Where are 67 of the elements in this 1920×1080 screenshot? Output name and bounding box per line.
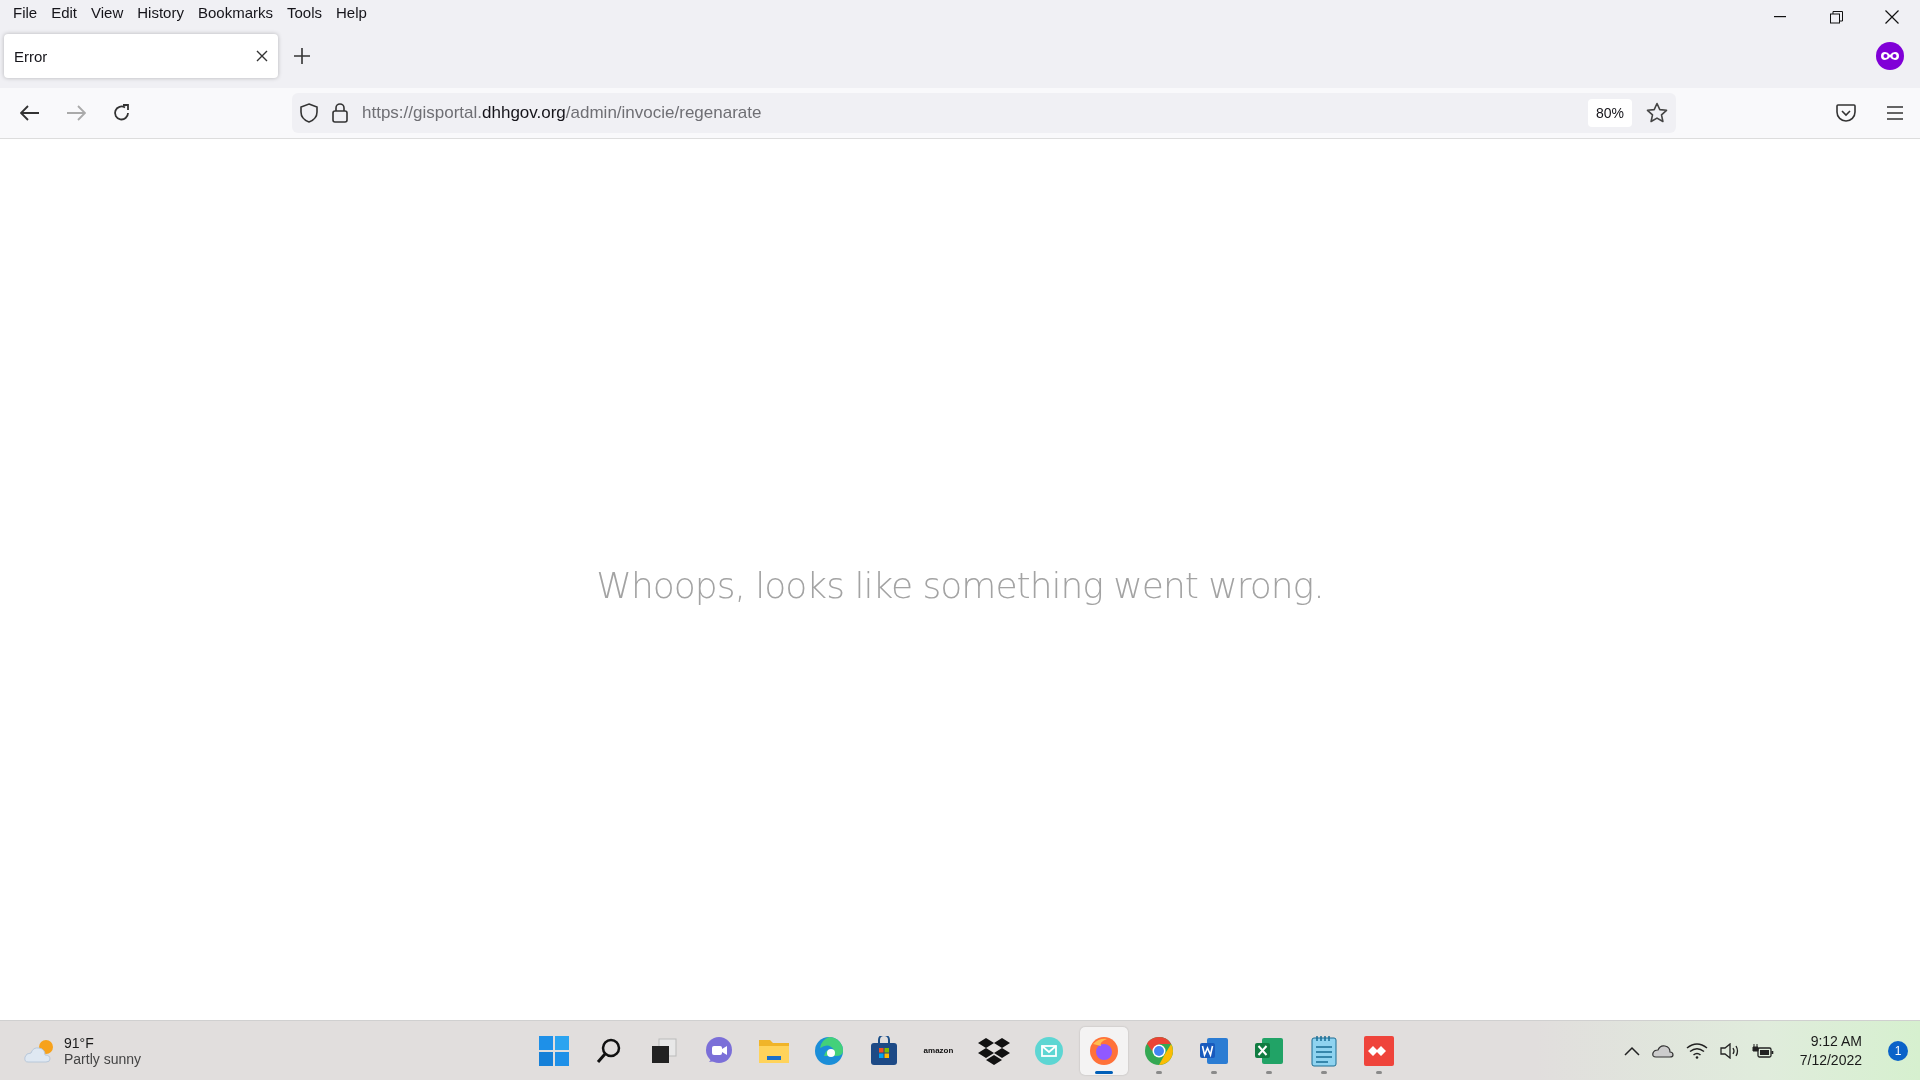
error-message: Whoops, looks like something went wrong.	[596, 565, 1324, 606]
browser-tab[interactable]: Error	[4, 34, 278, 78]
close-icon	[1885, 10, 1899, 24]
notepad-icon	[1310, 1034, 1337, 1067]
pocket-icon	[1836, 104, 1856, 122]
cloud-icon	[1651, 1043, 1674, 1058]
speaker-icon	[1719, 1042, 1740, 1059]
running-indicator	[1375, 1070, 1382, 1074]
wave-swirl-icon	[813, 1035, 844, 1066]
fox-globe-icon	[1088, 1035, 1119, 1066]
lock-icon	[332, 103, 348, 123]
stacked-diamonds-icon	[977, 1035, 1010, 1066]
menu-item[interactable]: View	[84, 3, 131, 21]
windows-logo-icon	[538, 1035, 569, 1066]
search-icon	[594, 1036, 623, 1065]
taskbar-app-button[interactable]: amazon	[914, 1026, 963, 1075]
menu-icon	[1886, 106, 1904, 120]
new-tab-button[interactable]	[294, 48, 310, 64]
battery-charging-icon	[1751, 1042, 1774, 1059]
chevron-up-icon	[1623, 1045, 1640, 1056]
spreadsheet-x-icon	[1253, 1035, 1284, 1066]
clock[interactable]: 9:12 AM 7/12/2022	[1799, 1031, 1862, 1070]
url-text: https://gisportal.dhhgov.org/admin/invocie/regenarate	[362, 103, 763, 123]
restore-icon	[1829, 10, 1843, 24]
menu-item[interactable]: Bookmarks	[190, 3, 280, 21]
address-bar[interactable]: https://gisportal.dhhgov.org/admin/invocie/regenarate 80%	[292, 93, 1676, 133]
clock-time: 9:12 AM	[1810, 1031, 1862, 1051]
bookmark-star-button[interactable]	[1646, 102, 1668, 124]
menu-item[interactable]: Help	[329, 3, 374, 21]
video-chat-icon	[703, 1035, 734, 1066]
mask-icon	[1876, 42, 1904, 70]
forward-arrow-icon	[66, 105, 86, 121]
menu-item[interactable]: File	[6, 3, 45, 21]
notification-count-badge[interactable]: 1	[1888, 1040, 1908, 1061]
amazon-logo: amazon	[923, 1046, 954, 1055]
back-arrow-icon	[20, 105, 40, 121]
running-indicator	[1094, 1070, 1113, 1074]
menu-item[interactable]: Edit	[44, 3, 85, 21]
minimize-icon	[1774, 16, 1786, 18]
menu-item[interactable]: History	[130, 3, 191, 21]
running-indicator	[1320, 1070, 1327, 1074]
wifi-icon	[1685, 1042, 1708, 1059]
diamond-tile-icon	[1363, 1035, 1394, 1066]
zoom-level-button[interactable]: 80%	[1587, 99, 1632, 127]
profile-mask-button[interactable]	[1876, 42, 1904, 70]
star-icon	[1646, 102, 1668, 124]
weather-condition: Partly sunny	[64, 1050, 142, 1067]
plus-icon	[294, 48, 310, 64]
menu-button[interactable]	[1886, 106, 1904, 120]
document-w-icon	[1198, 1035, 1229, 1066]
tab-title: Error	[14, 47, 48, 65]
running-indicator	[1210, 1070, 1217, 1074]
cloud-sun-icon	[24, 1037, 56, 1064]
reload-icon	[112, 103, 132, 123]
envelope-icon	[1033, 1035, 1064, 1066]
close-tab-button[interactable]	[256, 50, 268, 62]
chrome-wheel-icon	[1143, 1035, 1174, 1066]
pocket-button[interactable]	[1836, 104, 1856, 122]
stacked-windows-icon	[649, 1036, 678, 1065]
running-indicator	[1265, 1070, 1272, 1074]
shopping-bag-icon	[868, 1035, 899, 1066]
menu-item[interactable]: Tools	[280, 3, 329, 21]
weather-temperature: 91°F	[64, 1034, 95, 1051]
shield-icon	[300, 103, 318, 123]
clock-date: 7/12/2022	[1799, 1050, 1862, 1070]
close-icon	[256, 50, 268, 62]
running-indicator	[1155, 1070, 1162, 1074]
